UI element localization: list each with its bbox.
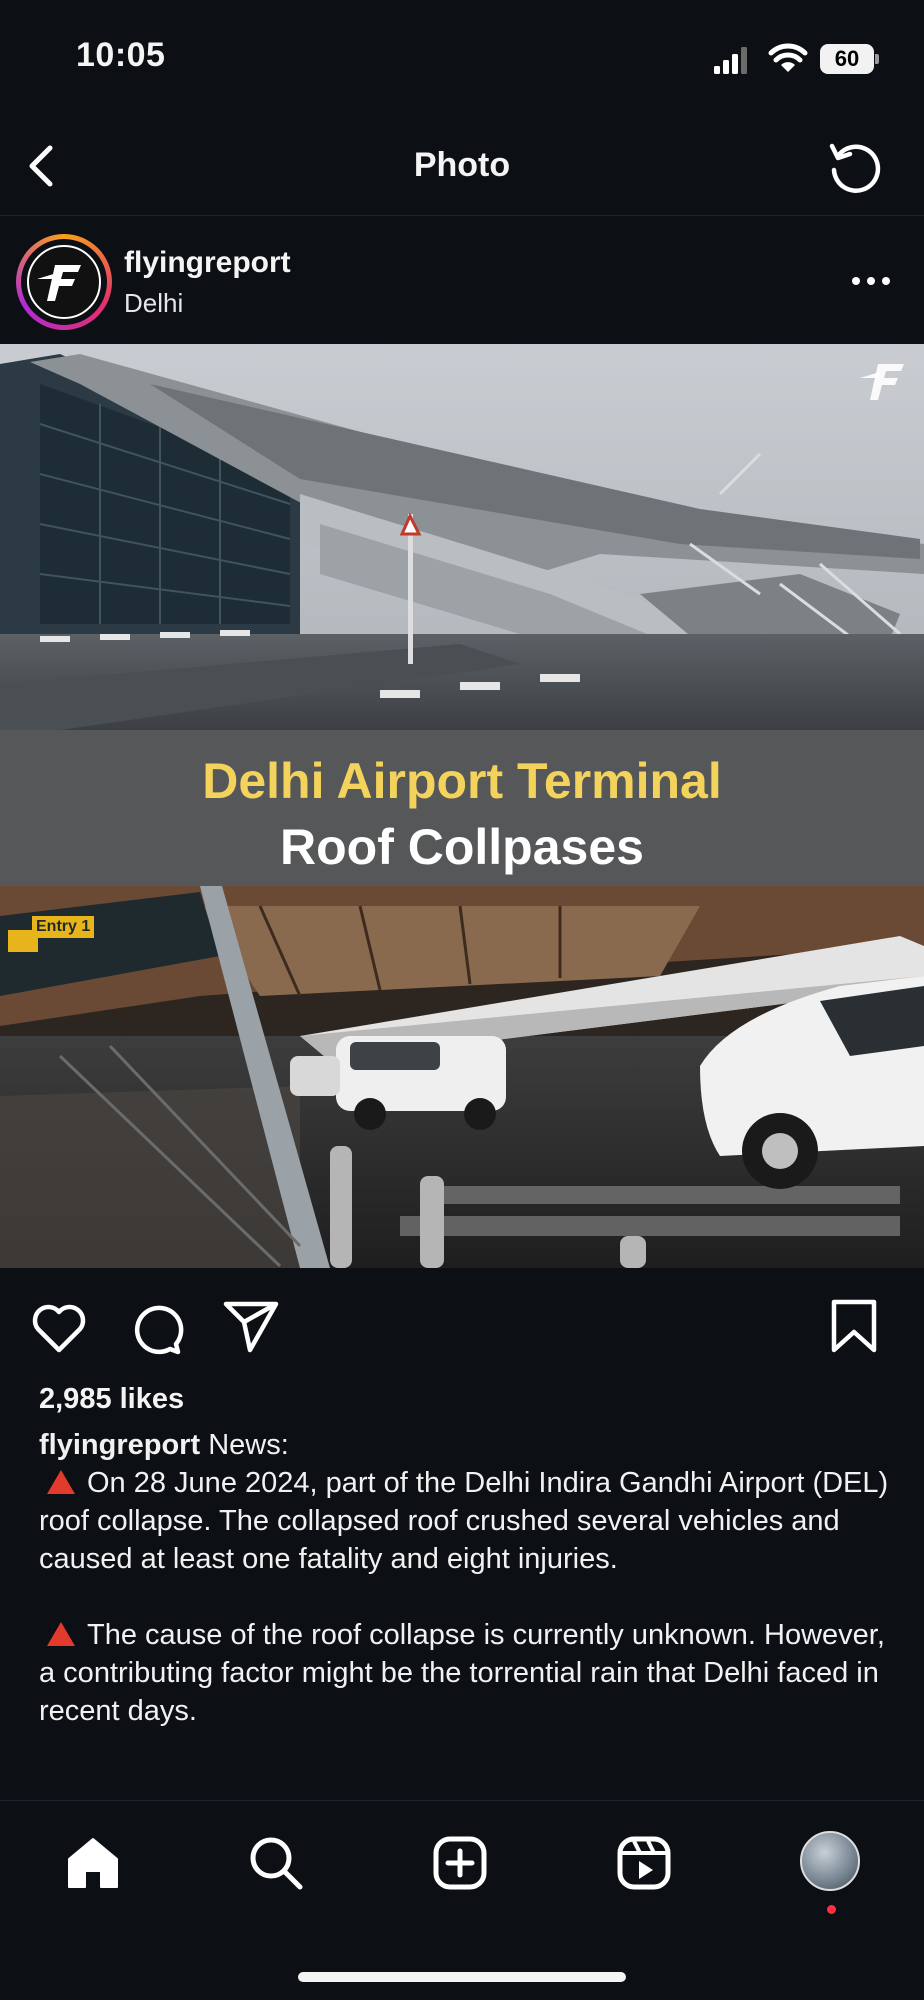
avatar-image bbox=[27, 245, 101, 319]
caption-text-2: The cause of the roof collapse is curren… bbox=[39, 1619, 885, 1727]
cellular-signal-icon bbox=[714, 47, 747, 74]
send-icon[interactable] bbox=[222, 1298, 280, 1354]
caption-username[interactable]: flyingreport bbox=[39, 1429, 200, 1461]
red-triangle-icon bbox=[47, 1622, 75, 1646]
post-header: flyingreport Delhi bbox=[0, 216, 924, 344]
profile-avatar-icon[interactable] bbox=[800, 1831, 860, 1891]
roof-collapse-photo-bottom bbox=[0, 886, 924, 1268]
caption-text-1: On 28 June 2024, part of the Delhi Indir… bbox=[39, 1467, 889, 1575]
caption-paragraph-1: On 28 June 2024, part of the Delhi Indir… bbox=[39, 1464, 897, 1578]
avatar-gap bbox=[21, 239, 107, 325]
search-icon[interactable] bbox=[246, 1833, 306, 1893]
home-icon[interactable] bbox=[63, 1833, 123, 1893]
post-author-avatar[interactable] bbox=[16, 234, 112, 330]
headline-title: Delhi Airport Terminal bbox=[202, 753, 722, 809]
red-triangle-icon bbox=[47, 1470, 75, 1494]
bookmark-icon[interactable] bbox=[828, 1298, 880, 1354]
likes-count[interactable]: 2,985 likes bbox=[39, 1383, 184, 1416]
comment-icon[interactable] bbox=[128, 1300, 184, 1356]
status-time: 10:05 bbox=[76, 36, 166, 74]
refresh-icon[interactable] bbox=[824, 138, 888, 198]
caption-intro: News: bbox=[208, 1429, 289, 1461]
status-bar: 10:05 60 bbox=[0, 0, 924, 120]
battery-level: 60 bbox=[820, 44, 874, 74]
post-media[interactable]: Delhi Airport Terminal Roof Collpases En… bbox=[0, 344, 924, 1268]
create-icon[interactable] bbox=[430, 1833, 490, 1893]
watermark-logo-icon bbox=[860, 364, 904, 400]
top-header: Photo bbox=[0, 120, 924, 216]
entry-sign-label: Entry 1 bbox=[32, 916, 95, 938]
post-caption: flyingreport News: On 28 June 2024, part… bbox=[39, 1426, 897, 1730]
roof-collapse-photo-top bbox=[0, 344, 924, 730]
heart-icon[interactable] bbox=[30, 1300, 88, 1354]
post-username[interactable]: flyingreport bbox=[124, 246, 291, 280]
reels-icon[interactable] bbox=[614, 1833, 674, 1893]
post-location[interactable]: Delhi bbox=[124, 288, 183, 319]
battery-indicator: 60 bbox=[820, 44, 879, 74]
notification-dot bbox=[827, 1905, 836, 1914]
caption-header: flyingreport News: bbox=[39, 1426, 897, 1464]
post-actions bbox=[0, 1268, 924, 1380]
back-icon[interactable] bbox=[16, 138, 72, 194]
wifi-icon bbox=[768, 43, 808, 72]
home-indicator[interactable] bbox=[298, 1972, 626, 1982]
headline-banner: Delhi Airport Terminal Roof Collpases bbox=[0, 730, 924, 886]
headline-subtitle: Roof Collpases bbox=[280, 819, 644, 875]
page-title: Photo bbox=[413, 146, 511, 184]
more-options-icon[interactable] bbox=[846, 266, 896, 296]
bottom-navigation bbox=[0, 1800, 924, 2000]
battery-cap bbox=[875, 54, 879, 64]
caption-paragraph-2: The cause of the roof collapse is curren… bbox=[39, 1616, 897, 1730]
flyingreport-logo-icon bbox=[37, 265, 81, 301]
